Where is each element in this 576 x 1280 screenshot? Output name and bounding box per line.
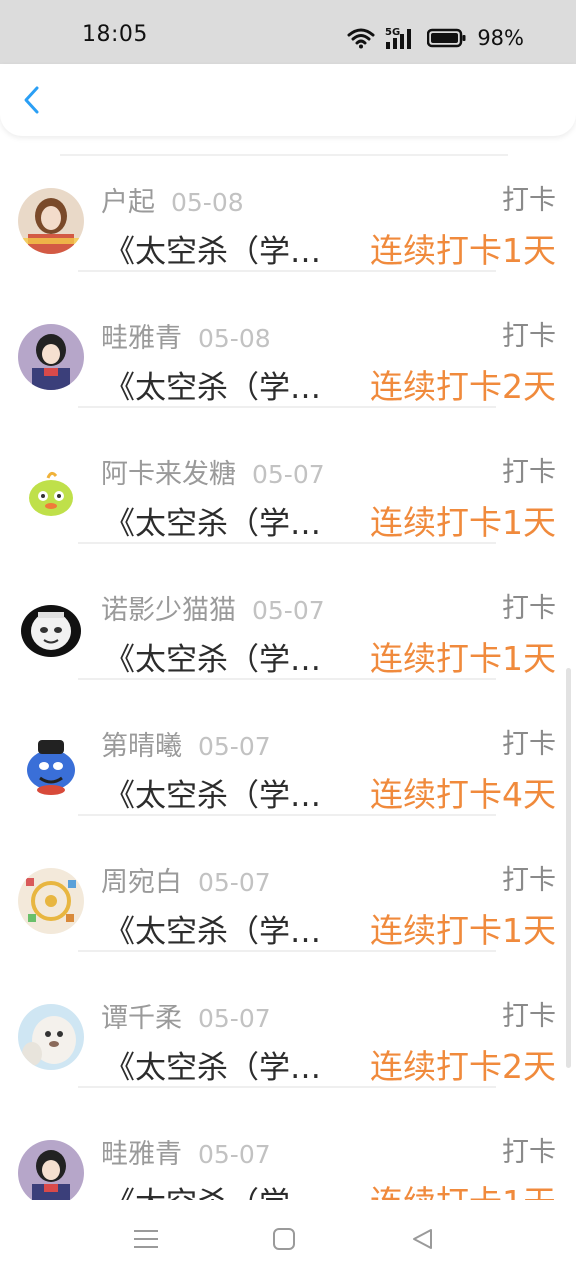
avatar[interactable] — [18, 732, 84, 798]
system-nav-bar — [0, 1200, 576, 1280]
list-item[interactable]: 谭千柔 05-07 打卡 《太空杀（学生版）》 连续打卡2天 — [0, 952, 576, 1088]
avatar[interactable] — [18, 1004, 84, 1070]
post-date: 05-08 — [198, 324, 271, 353]
user-name[interactable]: 阿卡来发糖 — [101, 452, 236, 491]
user-name[interactable]: 周宛白 — [101, 860, 182, 899]
scrollbar[interactable] — [566, 668, 571, 1068]
avatar[interactable] — [18, 324, 84, 390]
streak-text: 连续打卡1天 — [370, 231, 556, 270]
action-label: 打卡 — [502, 1001, 556, 1032]
home-button[interactable] — [264, 1224, 304, 1258]
streak-text: 连续打卡1天 — [370, 911, 556, 950]
user-name[interactable]: 诺影少猫猫 — [101, 588, 236, 627]
name-line: 户起 05-08 — [101, 180, 244, 219]
list-item[interactable]: 第晴曦 05-07 打卡 《太空杀（学生版）》 连续打卡4天 — [0, 680, 576, 816]
post-date: 05-07 — [198, 732, 271, 761]
action-label: 打卡 — [502, 321, 556, 352]
post-date: 05-07 — [252, 460, 325, 489]
menu-button[interactable] — [126, 1224, 166, 1258]
list-item[interactable]: 阿卡来发糖 05-07 打卡 《太空杀（学生版）》 连续打卡1天 — [0, 408, 576, 544]
post-title[interactable]: 《太空杀（学生版）》 — [104, 634, 340, 679]
user-name[interactable]: 畦雅青 — [101, 316, 182, 355]
action-label: 打卡 — [502, 865, 556, 896]
home-icon — [272, 1227, 296, 1255]
name-line: 第晴曦 05-07 — [101, 724, 271, 763]
user-name[interactable]: 谭千柔 — [101, 996, 182, 1035]
back-triangle-icon — [410, 1227, 434, 1255]
action-label: 打卡 — [502, 185, 556, 216]
status-icons: 5G 98% — [347, 22, 524, 54]
post-date: 05-07 — [198, 868, 271, 897]
battery-percent: 98% — [477, 26, 524, 50]
avatar[interactable] — [18, 1140, 84, 1200]
battery-icon — [427, 28, 467, 48]
user-name[interactable]: 第晴曦 — [101, 724, 182, 763]
list-item[interactable]: 畦雅青 05-08 打卡 《太空杀（学生版）》 连续打卡2天 — [0, 272, 576, 408]
post-title[interactable]: 《太空杀（学生版）》 — [104, 226, 340, 271]
header-bar — [0, 64, 576, 136]
avatar[interactable] — [18, 868, 84, 934]
signal-5g-icon: 5G — [385, 26, 417, 50]
avatar[interactable] — [18, 188, 84, 254]
status-bar: 18:05 5G 98% — [0, 0, 576, 64]
post-date: 05-07 — [198, 1004, 271, 1033]
menu-icon — [133, 1227, 159, 1255]
streak-text: 连续打卡1天 — [370, 1176, 556, 1200]
list-item[interactable]: 诺影少猫猫 05-07 打卡 《太空杀（学生版）》 连续打卡1天 — [0, 544, 576, 680]
name-line: 诺影少猫猫 05-07 — [101, 588, 325, 627]
wifi-icon — [347, 27, 375, 49]
svg-text:5G: 5G — [385, 27, 400, 38]
chevron-left-icon — [22, 85, 42, 119]
list-item[interactable]: 畦雅青 05-07 打卡 《太空杀（学生版）》 连续打卡1天 — [0, 1088, 576, 1200]
post-title[interactable]: 《太空杀（学生版）》 — [104, 906, 340, 951]
back-button[interactable] — [14, 82, 50, 122]
user-name[interactable]: 畦雅青 — [101, 1132, 182, 1171]
checkin-list[interactable]: 户起 05-08 打卡 《太空杀（学生版）》 连续打卡1天 畦雅青 — [0, 136, 576, 1200]
name-line: 畦雅青 05-08 — [101, 316, 271, 355]
streak-text: 连续打卡2天 — [370, 1047, 556, 1086]
post-title[interactable]: 《太空杀（学生版）》 — [104, 770, 340, 815]
list-item[interactable]: 户起 05-08 打卡 《太空杀（学生版）》 连续打卡1天 — [0, 136, 576, 272]
user-name[interactable]: 户起 — [101, 180, 155, 219]
status-time: 18:05 — [82, 22, 148, 47]
name-line: 谭千柔 05-07 — [101, 996, 271, 1035]
action-label: 打卡 — [502, 457, 556, 488]
list-item[interactable]: 周宛白 05-07 打卡 《太空杀（学生版）》 连续打卡1天 — [0, 816, 576, 952]
streak-text: 连续打卡1天 — [370, 503, 556, 542]
post-title[interactable]: 《太空杀（学生版）》 — [104, 498, 340, 543]
nav-back-button[interactable] — [402, 1224, 442, 1258]
avatar[interactable] — [18, 460, 84, 526]
post-title[interactable]: 《太空杀（学生版）》 — [104, 362, 340, 407]
action-label: 打卡 — [502, 593, 556, 624]
action-label: 打卡 — [502, 729, 556, 760]
post-date: 05-07 — [252, 596, 325, 625]
action-label: 打卡 — [502, 1137, 556, 1168]
streak-text: 连续打卡2天 — [370, 367, 556, 406]
streak-text: 连续打卡4天 — [370, 775, 556, 814]
post-title[interactable]: 《太空杀（学生版）》 — [104, 1042, 340, 1087]
post-title[interactable]: 《太空杀（学生版）》 — [104, 1178, 340, 1200]
screen: 18:05 5G 98% 户起 05-08 打卡 《太空杀（学生 连续打卡1天 … — [0, 0, 576, 1280]
post-date: 05-08 — [171, 188, 244, 217]
name-line: 畦雅青 05-07 — [101, 1132, 271, 1171]
post-date: 05-07 — [198, 1140, 271, 1169]
name-line: 周宛白 05-07 — [101, 860, 271, 899]
name-line: 阿卡来发糖 05-07 — [101, 452, 325, 491]
avatar[interactable] — [18, 596, 84, 662]
streak-text: 连续打卡1天 — [370, 639, 556, 678]
